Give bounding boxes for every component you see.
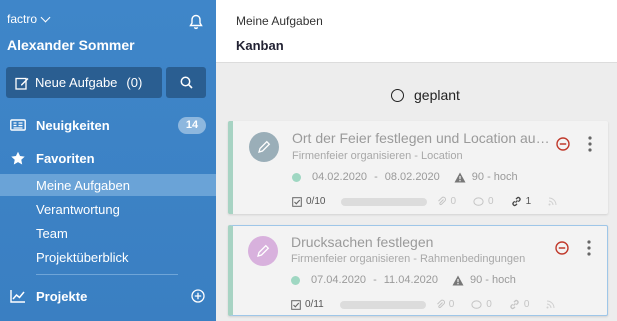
links-count[interactable]: 0 (509, 299, 529, 310)
task-avatar (249, 132, 279, 162)
sidebar-divider (36, 274, 178, 275)
page-title: Kanban (236, 38, 284, 53)
checklist-count[interactable]: 0/10 (292, 196, 325, 207)
minus-circle-icon[interactable] (555, 241, 569, 255)
sidebar-item-projects[interactable]: Projekte (0, 285, 216, 307)
chevron-down-icon (40, 12, 51, 22)
task-project: Firmenfeier organisieren - Rahmenbedingu… (291, 253, 526, 265)
task-title[interactable]: Drucksachen festlegen (291, 234, 553, 250)
task-title[interactable]: Ort der Feier festlegen und Location aus… (292, 130, 554, 146)
task-project: Firmenfeier organisieren - Location (292, 150, 463, 162)
task-avatar (248, 236, 278, 266)
checkbox-icon (291, 299, 301, 310)
date-separator: - (373, 274, 377, 286)
circle-icon (391, 88, 404, 102)
date-separator: - (374, 171, 378, 183)
kanban-board: geplant Ort der Feier festlegen und Loca… (216, 62, 617, 321)
edit-icon (15, 77, 29, 90)
kanban-column-header: geplant (391, 87, 460, 103)
task-card[interactable]: Ort der Feier festlegen und Location aus… (228, 121, 608, 214)
plus-circle-icon[interactable] (191, 289, 205, 303)
workspace-name: factro (7, 12, 38, 26)
comments-count[interactable]: 0 (471, 299, 492, 310)
task-dates: 04.02.2020 - 08.02.2020 90 - hoch (292, 171, 518, 183)
sidebar-item-news[interactable]: Neuigkeiten 14 (0, 114, 216, 136)
comment-icon (473, 196, 484, 206)
sidebar-item-favorites[interactable]: Favoriten (0, 147, 216, 169)
rss-icon[interactable] (548, 197, 557, 206)
start-date: 04.02.2020 (312, 171, 368, 183)
end-date: 08.02.2020 (384, 171, 440, 183)
search-icon (180, 76, 193, 89)
end-date: 11.04.2020 (383, 274, 438, 286)
attachments-count[interactable]: 0 (437, 196, 456, 207)
paperclip-icon (436, 299, 445, 309)
pencil-icon (258, 140, 271, 153)
more-vertical-icon[interactable] (587, 240, 591, 256)
sidebar: factro Alexander Sommer Neue Aufgabe (0)… (0, 0, 216, 321)
checkbox-icon (292, 196, 302, 207)
warning-icon (452, 275, 464, 285)
comments-count[interactable]: 0 (473, 196, 494, 207)
sidebar-item-label: Meine Aufgaben (36, 177, 130, 193)
link-icon (510, 299, 519, 310)
star-icon (11, 151, 25, 165)
pencil-icon (257, 244, 270, 257)
column-title: geplant (414, 87, 460, 103)
chart-icon (10, 290, 25, 303)
task-meta: 0/10 0 0 1 (292, 196, 557, 207)
new-task-count: (0) (126, 75, 143, 90)
main-area: Meine Aufgaben Kanban geplant Ort der Fe… (216, 0, 617, 321)
more-vertical-icon[interactable] (588, 136, 592, 152)
priority: 90 - hoch (469, 274, 516, 286)
comment-icon (471, 299, 482, 309)
rss-icon[interactable] (546, 300, 555, 309)
paperclip-icon (438, 196, 447, 206)
sidebar-item-responsibility[interactable]: Verantwortung (0, 198, 216, 220)
status-dot (292, 172, 301, 182)
checklist-count[interactable]: 0/11 (291, 299, 324, 310)
breadcrumb[interactable]: Meine Aufgaben (236, 14, 323, 28)
links-count[interactable]: 1 (511, 196, 531, 207)
user-name[interactable]: Alexander Sommer (7, 37, 135, 53)
warning-icon (454, 172, 466, 182)
sidebar-item-label: Verantwortung (36, 201, 120, 217)
task-card[interactable]: Drucksachen festlegen Firmenfeier organi… (228, 225, 608, 316)
sidebar-item-my-tasks[interactable]: Meine Aufgaben (0, 174, 216, 196)
sidebar-item-label: Team (36, 225, 68, 241)
sidebar-item-project-overview[interactable]: Projektüberblick (0, 246, 216, 268)
sidebar-item-label: Projekte (36, 288, 88, 304)
search-button[interactable] (166, 67, 206, 98)
status-dot (291, 275, 300, 285)
newspaper-icon (10, 119, 26, 131)
sidebar-item-team[interactable]: Team (0, 222, 216, 244)
progress-bar (339, 300, 426, 309)
sidebar-item-label: Favoriten (36, 150, 95, 166)
attachments-count[interactable]: 0 (436, 299, 454, 310)
priority: 90 - hoch (471, 171, 518, 183)
sidebar-item-label: Projektüberblick (36, 249, 129, 265)
start-date: 07.04.2020 (311, 274, 367, 286)
minus-circle-icon[interactable] (556, 137, 570, 151)
workspace-switcher[interactable]: factro (7, 12, 51, 26)
task-dates: 07.04.2020 - 11.04.2020 90 - hoch (291, 274, 516, 286)
news-count-badge: 14 (178, 116, 206, 134)
new-task-button[interactable]: Neue Aufgabe (0) (6, 67, 162, 98)
task-meta: 0/11 0 0 0 (291, 299, 555, 310)
sidebar-item-label: Neuigkeiten (36, 117, 110, 133)
progress-bar (341, 197, 428, 206)
link-icon (511, 196, 521, 207)
bell-icon[interactable] (189, 14, 203, 30)
new-task-label: Neue Aufgabe (35, 75, 118, 90)
